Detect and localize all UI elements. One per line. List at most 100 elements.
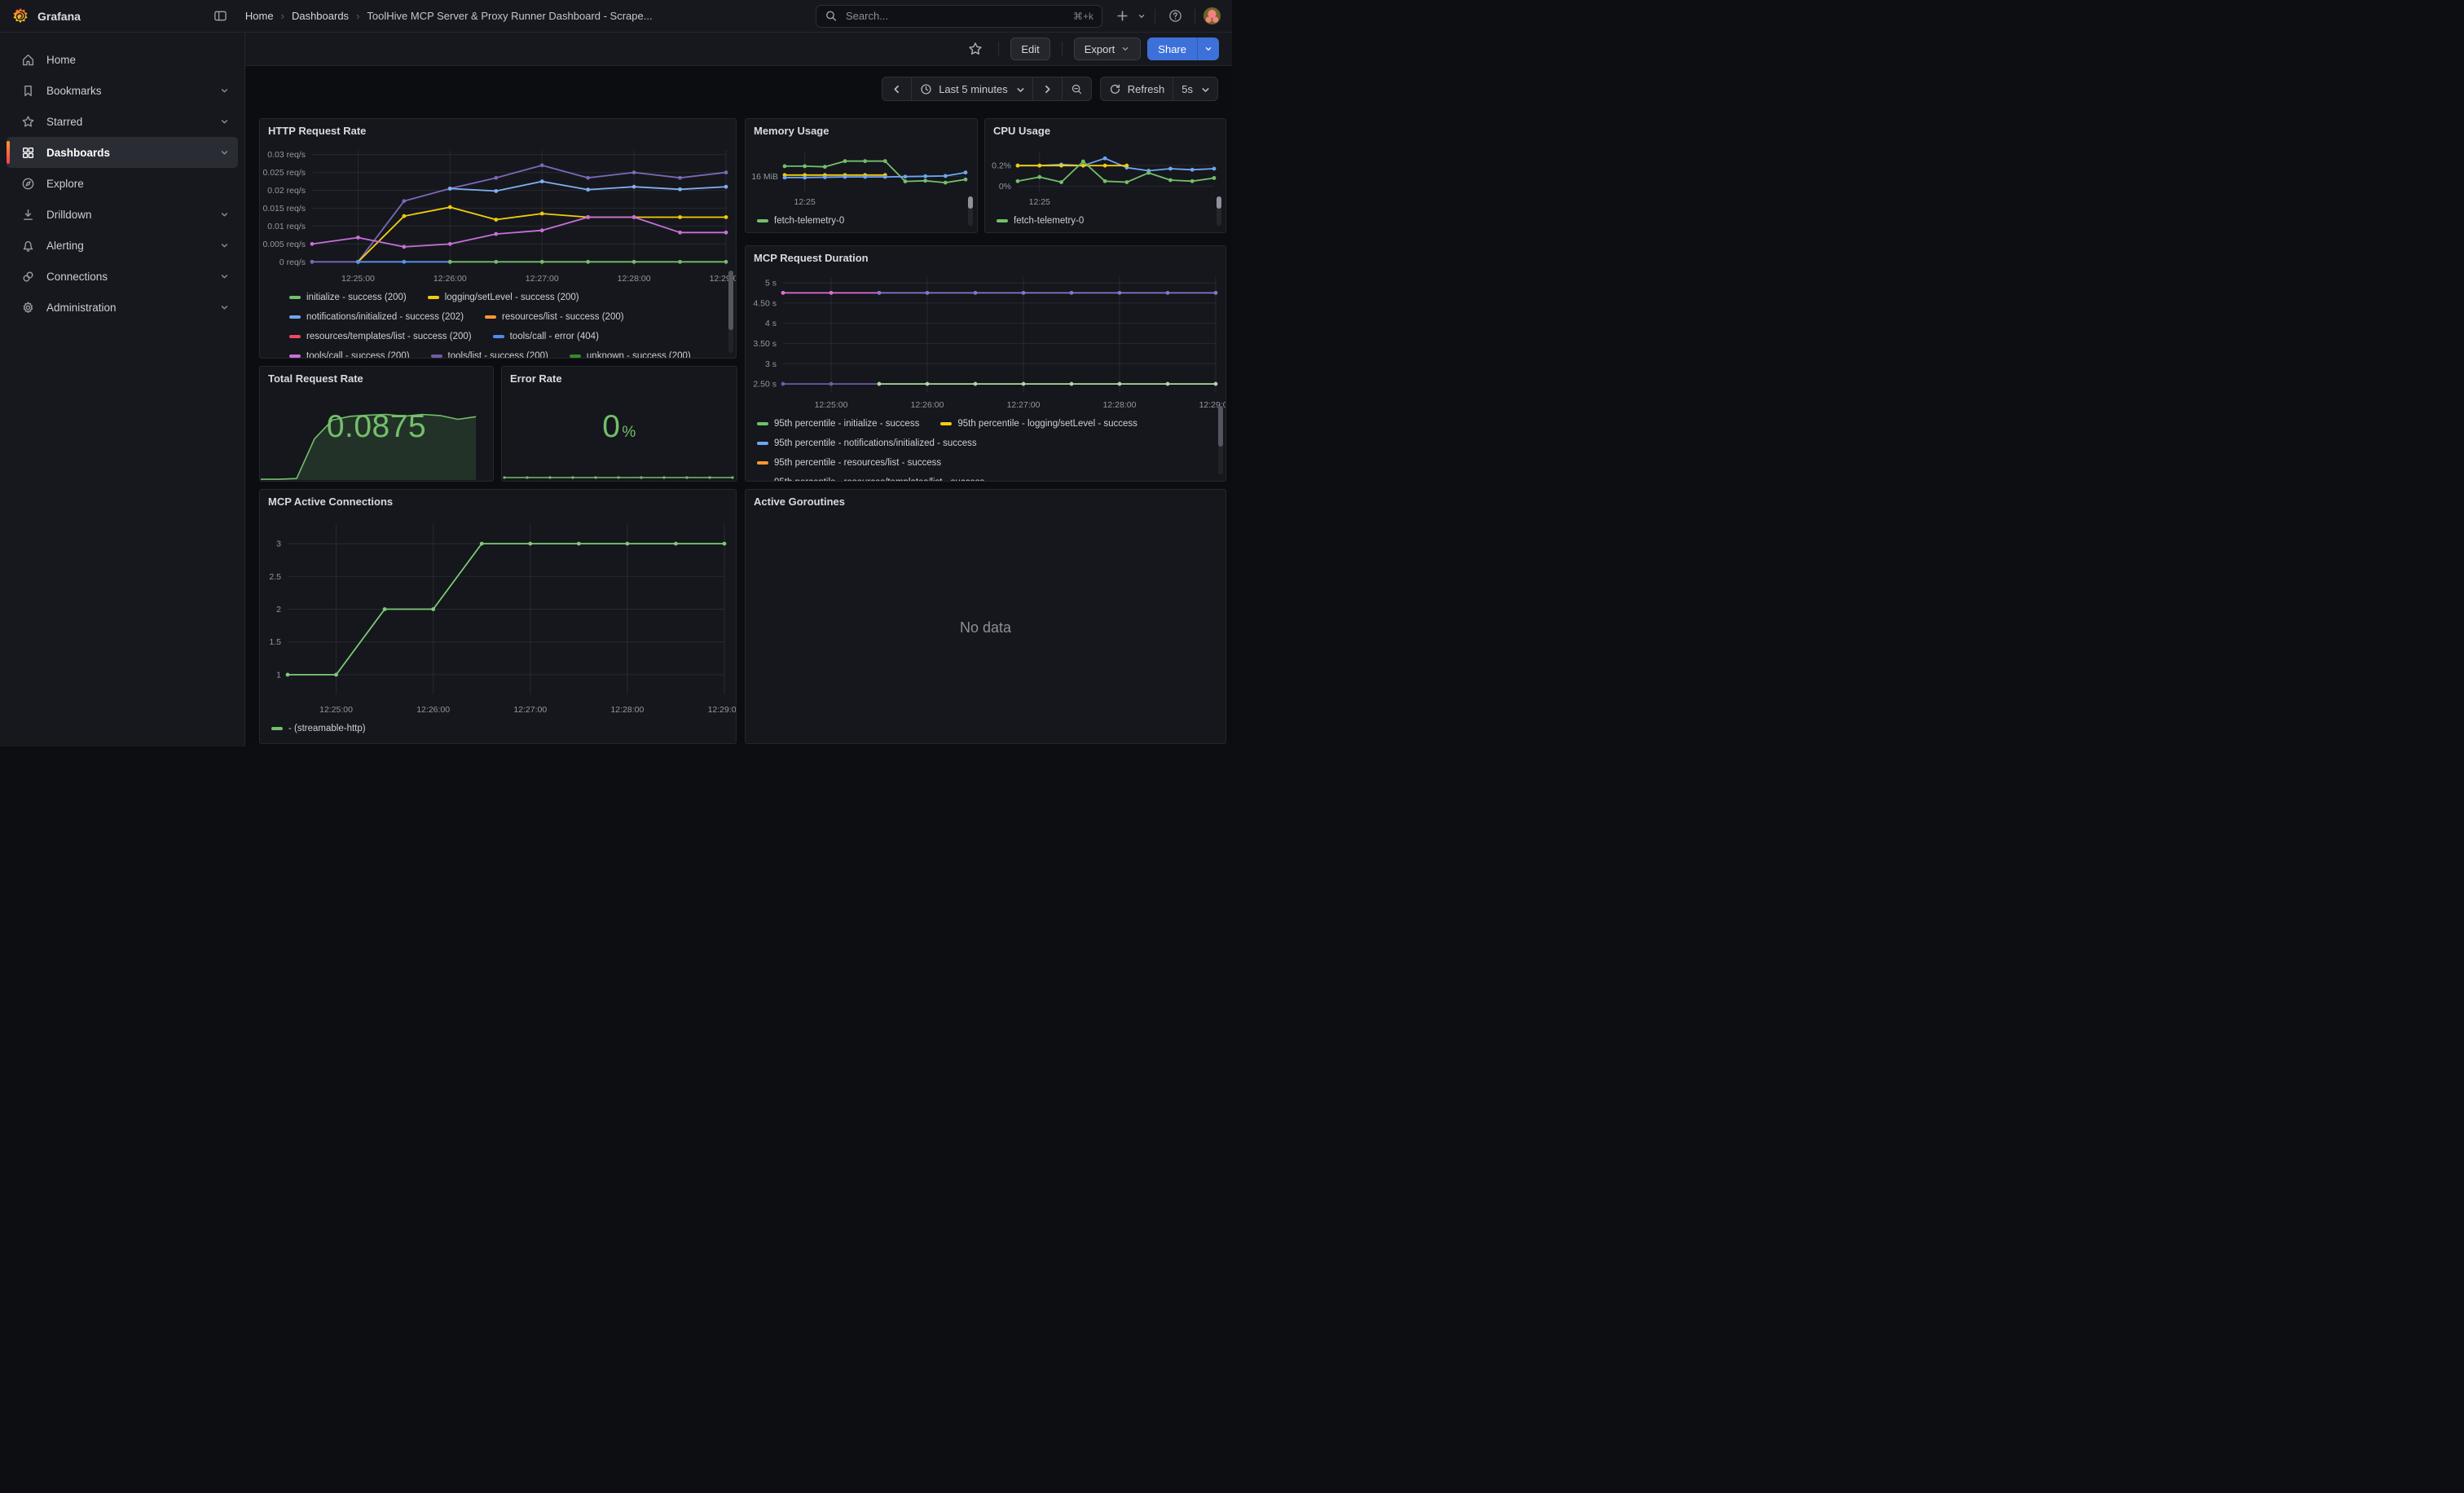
breadcrumb-dashboards[interactable]: Dashboards <box>292 10 349 22</box>
legend-scrollbar[interactable] <box>1218 406 1223 474</box>
breadcrumb-home[interactable]: Home <box>245 10 274 22</box>
legend-item[interactable]: 95th percentile - logging/setLevel - suc… <box>940 419 1137 429</box>
legend-label: tools/list - success (200) <box>448 351 548 358</box>
legend-item[interactable]: tools/list - success (200) <box>431 351 548 358</box>
sidebar-item-bookmarks[interactable]: Bookmarks <box>7 75 238 106</box>
sidebar-item-home[interactable]: Home <box>7 44 238 75</box>
sidebar-item-label: Home <box>46 54 230 66</box>
refresh-label: Refresh <box>1128 83 1165 95</box>
legend-item[interactable]: 95th percentile - notifications/initiali… <box>757 438 977 448</box>
http-request-rate-chart[interactable]: 0 req/s0.005 req/s0.01 req/s0.015 req/s0… <box>260 142 736 286</box>
chevron-down-icon[interactable] <box>219 271 230 282</box>
legend-swatch <box>485 315 496 319</box>
svg-text:3 s: 3 s <box>765 359 777 369</box>
time-shift-back-button[interactable] <box>882 77 912 101</box>
legend-item[interactable]: 95th percentile - initialize - success <box>757 419 919 429</box>
time-range-picker[interactable]: Last 5 minutes <box>912 77 1033 101</box>
legend-item[interactable]: fetch-telemetry-0 <box>757 216 844 226</box>
svg-text:5 s: 5 s <box>765 278 777 288</box>
mcp-request-duration-chart[interactable]: 2.50 s3 s3.50 s4 s4.50 s5 s12:25:0012:26… <box>746 269 1225 412</box>
help-icon[interactable] <box>1164 5 1186 28</box>
time-controls: Last 5 minutes Refresh 5s <box>882 77 1218 101</box>
legend-item[interactable]: logging/setLevel - success (200) <box>428 293 579 302</box>
panel-title[interactable]: HTTP Request Rate <box>260 119 736 142</box>
sidebar-item-administration[interactable]: Administration <box>7 292 238 323</box>
panel-title[interactable]: Active Goroutines <box>746 490 1225 513</box>
legend-item[interactable]: 95th percentile - resources/templates/li… <box>757 478 984 481</box>
svg-text:0.015 req/s: 0.015 req/s <box>262 204 306 214</box>
mcp-active-connections-chart[interactable]: 11.522.5312:25:0012:26:0012:27:0012:28:0… <box>260 513 736 717</box>
user-avatar[interactable] <box>1203 7 1221 24</box>
error-rate-sparkline <box>503 470 736 480</box>
sidebar-item-alerting[interactable]: Alerting <box>7 230 238 261</box>
chevron-down-icon[interactable] <box>219 86 230 96</box>
legend-label: fetch-telemetry-0 <box>774 216 844 226</box>
panel-mcp-active-connections: MCP Active Connections 11.522.5312:25:00… <box>259 489 737 744</box>
sidebar-item-starred[interactable]: Starred <box>7 106 238 137</box>
breadcrumb-dashboard-title[interactable]: ToolHive MCP Server & Proxy Runner Dashb… <box>367 10 652 22</box>
legend-item[interactable]: initialize - success (200) <box>289 293 407 302</box>
legend-item[interactable]: notifications/initialized - success (202… <box>289 312 464 322</box>
sidebar-item-explore[interactable]: Explore <box>7 168 238 199</box>
export-button[interactable]: Export <box>1074 37 1142 60</box>
sidebar-item-drilldown[interactable]: Drilldown <box>7 199 238 230</box>
svg-text:0.025 req/s: 0.025 req/s <box>262 168 306 178</box>
legend-swatch <box>289 315 301 319</box>
add-button[interactable] <box>1111 5 1133 28</box>
panel-cpu-usage: CPU Usage 0.2%0%12:25 fetch-telemetry-0 <box>984 118 1226 233</box>
panel-title[interactable]: Total Request Rate <box>260 367 493 390</box>
panel-scrollbar[interactable] <box>968 196 973 226</box>
favorite-star-icon[interactable] <box>964 37 987 60</box>
panel-title[interactable]: Error Rate <box>502 367 737 390</box>
legend-swatch <box>289 355 301 358</box>
compass-icon <box>21 177 35 191</box>
svg-text:3.50 s: 3.50 s <box>753 339 777 349</box>
svg-text:2: 2 <box>276 605 281 614</box>
chevron-down-icon[interactable] <box>219 209 230 220</box>
refresh-button[interactable]: Refresh <box>1100 77 1174 101</box>
brand[interactable]: Grafana <box>11 7 81 25</box>
share-button[interactable]: Share <box>1147 37 1197 60</box>
legend-item[interactable]: 95th percentile - resources/list - succe… <box>757 458 941 468</box>
svg-text:12:28:00: 12:28:00 <box>610 705 644 715</box>
legend-item[interactable]: tools/call - error (404) <box>493 332 599 341</box>
chevron-down-icon[interactable] <box>219 148 230 158</box>
sidebar-item-connections[interactable]: Connections <box>7 261 238 292</box>
divider <box>998 42 999 56</box>
search-bar[interactable]: ⌘+k <box>816 5 1102 28</box>
legend-scrollbar[interactable] <box>728 271 733 353</box>
panel-scrollbar[interactable] <box>1217 196 1221 226</box>
cpu-usage-chart[interactable]: 0.2%0%12:25 <box>985 142 1225 209</box>
legend-item[interactable]: unknown - success (200) <box>570 351 691 358</box>
legend-item[interactable]: - (streamable-http) <box>271 724 366 733</box>
search-input[interactable] <box>844 9 1067 23</box>
add-chevron-down-icon[interactable] <box>1137 11 1146 21</box>
legend-item[interactable]: fetch-telemetry-0 <box>997 216 1084 226</box>
chevron-down-icon[interactable] <box>219 302 230 313</box>
panel-title[interactable]: MCP Active Connections <box>260 490 736 513</box>
time-zoom-out-button[interactable] <box>1063 77 1092 101</box>
sidebar-toggle-icon[interactable] <box>209 5 232 28</box>
chevron-down-icon[interactable] <box>219 117 230 127</box>
time-shift-forward-button[interactable] <box>1033 77 1063 101</box>
legend-item[interactable]: resources/templates/list - success (200) <box>289 332 472 341</box>
panel-title[interactable]: CPU Usage <box>985 119 1225 142</box>
refresh-interval-picker[interactable]: 5s <box>1173 77 1218 101</box>
stat-value-wrap: 0 % <box>502 409 737 445</box>
chevron-down-icon[interactable] <box>219 240 230 251</box>
legend-item[interactable]: resources/list - success (200) <box>485 312 624 322</box>
memory-usage-legend: fetch-telemetry-0 <box>746 209 977 232</box>
edit-button[interactable]: Edit <box>1010 37 1049 60</box>
svg-text:1: 1 <box>276 670 281 680</box>
sidebar-item-dashboards[interactable]: Dashboards <box>7 137 238 168</box>
legend-label: resources/templates/list - success (200) <box>306 332 472 341</box>
memory-usage-chart[interactable]: 16 MiB12:25 <box>746 142 977 209</box>
sidebar-item-label: Dashboards <box>46 147 208 159</box>
sidebar-item-label: Drilldown <box>46 209 208 221</box>
time-range-chevron-down-icon <box>1014 84 1024 94</box>
svg-text:12:26:00: 12:26:00 <box>911 400 944 410</box>
legend-item[interactable]: tools/call - success (200) <box>289 351 410 358</box>
panel-title[interactable]: MCP Request Duration <box>746 246 1225 269</box>
share-dropdown-button[interactable] <box>1197 37 1219 60</box>
panel-title[interactable]: Memory Usage <box>746 119 977 142</box>
